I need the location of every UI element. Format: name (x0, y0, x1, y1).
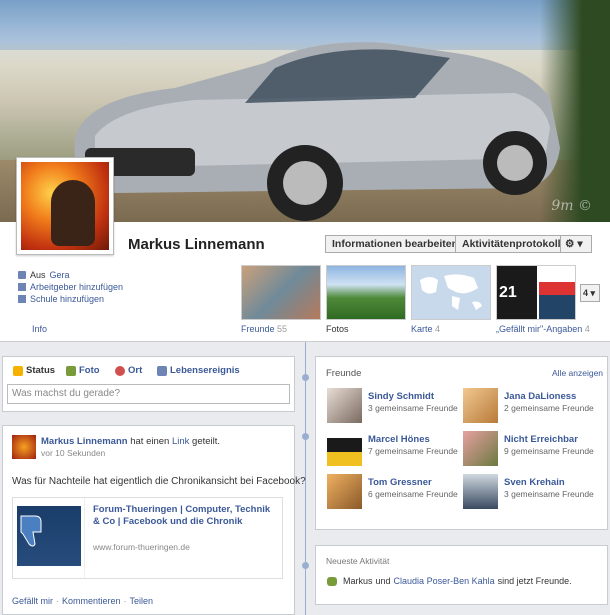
briefcase-icon (18, 283, 26, 291)
recent-activity-title: Neueste Aktivität (326, 556, 390, 566)
activity-item: Markus und Claudia Poser-Ben Kahla sind … (327, 576, 572, 586)
like-link[interactable]: Gefällt mir (12, 596, 53, 606)
share-link[interactable]: Teilen (130, 596, 154, 606)
car-illustration (74, 42, 560, 221)
timeline-dot (302, 433, 309, 440)
life-event-icon (157, 365, 167, 376)
timeline-dot (302, 374, 309, 381)
map-tile-label[interactable]: Karte 4 (411, 324, 440, 334)
activity-actor: Markus (343, 576, 373, 586)
shared-link-url: www.forum-thueringen.de (93, 542, 190, 552)
post-timestamp[interactable]: vor 10 Sekunden (41, 448, 105, 458)
friend-avatar[interactable] (463, 388, 498, 423)
profile-name[interactable]: Markus Linnemann (128, 236, 265, 253)
about-summary: Aus Gera Arbeitgeber hinzufügen Schule h… (18, 269, 123, 305)
activity-friend-link[interactable]: Claudia Poser-Ben Kahla (394, 576, 495, 586)
friend-mutual[interactable]: 6 gemeinsame Freunde (368, 489, 458, 499)
friend-avatar[interactable] (327, 388, 362, 423)
friend-name[interactable]: Sven Krehain (504, 477, 565, 488)
graduation-cap-icon (18, 295, 26, 303)
post-action-prefix: hat einen (130, 436, 170, 447)
status-icon (13, 365, 23, 376)
cover-watermark: 9m © (551, 198, 592, 214)
composer-tab-life-event[interactable]: Lebensereignis (157, 365, 240, 376)
friend-name[interactable]: Sindy Schmidt (368, 391, 434, 402)
shared-link-preview[interactable]: Forum-Thueringen | Computer, Technik & C… (12, 497, 283, 579)
add-school-link[interactable]: Schule hinzufügen (30, 294, 104, 304)
friend-mutual[interactable]: 2 gemeinsame Freunde (504, 403, 594, 413)
composer-tab-photo[interactable]: Foto (66, 365, 100, 376)
shared-link-title[interactable]: Forum-Thueringen | Computer, Technik & C… (93, 504, 278, 528)
post-author-link[interactable]: Markus Linnemann (41, 436, 128, 447)
employer-row: Arbeitgeber hinzufügen (18, 281, 123, 293)
photos-tile-label[interactable]: Fotos (326, 324, 349, 334)
post-text: Was für Nachteile hat eigentlich die Chr… (12, 476, 306, 487)
friends-box-title: Freunde (326, 368, 362, 379)
author-avatar[interactable] (12, 435, 36, 459)
home-icon (18, 271, 26, 279)
likes-tile-label[interactable]: „Gefällt mir"-Angaben 4 (496, 324, 590, 334)
activity-suffix: sind jetzt Freunde. (497, 576, 572, 586)
school-row: Schule hinzufügen (18, 293, 123, 305)
friend-avatar[interactable] (327, 474, 362, 509)
post-action-suffix: geteilt. (192, 436, 221, 447)
friend-name[interactable]: Jana DaLioness (504, 391, 576, 402)
map-pin-icon (115, 365, 125, 376)
friend-mutual[interactable]: 9 gemeinsame Freunde (504, 446, 594, 456)
hometown-link[interactable]: Gera (50, 270, 70, 280)
recent-activity-box (315, 545, 608, 605)
settings-gear-icon[interactable]: ⚙ ▾ (560, 235, 592, 253)
add-employer-link[interactable]: Arbeitgeber hinzufügen (30, 282, 123, 292)
from-row: Aus Gera (18, 269, 123, 281)
show-all-friends-link[interactable]: Alle anzeigen (552, 368, 603, 378)
friend-name[interactable]: Tom Gressner (368, 477, 432, 488)
profile-picture[interactable] (16, 157, 114, 255)
from-prefix: Aus (30, 270, 46, 280)
world-map-icon (420, 274, 482, 310)
friend-mutual[interactable]: 3 gemeinsame Freunde (504, 489, 594, 499)
status-input[interactable]: Was machst du gerade? (7, 384, 290, 404)
shared-link-thumbnail (13, 498, 85, 578)
photos-tile[interactable] (326, 265, 406, 320)
post-header: Markus Linnemann hat einen Link geteilt. (41, 436, 220, 447)
like-page-thumb-2 (539, 266, 575, 319)
activity-and: und (375, 576, 391, 586)
friends-tile[interactable] (241, 265, 321, 320)
friend-avatar[interactable] (463, 431, 498, 466)
friends-tile-label[interactable]: Freunde 55 (241, 324, 287, 334)
post-link-word[interactable]: Link (172, 436, 189, 447)
likes-tile[interactable]: 21 (496, 265, 576, 320)
like-page-thumb-1: 21 (497, 266, 537, 319)
friends-icon (327, 576, 337, 586)
comment-link[interactable]: Kommentieren (62, 596, 121, 606)
friend-avatar[interactable] (463, 474, 498, 509)
separator: · (56, 596, 60, 606)
friend-name[interactable]: Nicht Erreichbar (504, 434, 578, 445)
timeline-dot (302, 562, 309, 569)
separator: · (123, 596, 127, 606)
profile-photo (21, 162, 109, 250)
friend-mutual[interactable]: 7 gemeinsame Freunde (368, 446, 458, 456)
more-tiles-dropdown[interactable]: 4 ▾ (580, 284, 600, 302)
thumbs-down-icon (20, 515, 42, 547)
info-tab-label[interactable]: Info (32, 324, 47, 334)
photo-icon (66, 365, 76, 376)
edit-info-button[interactable]: Informationen bearbeiten (325, 235, 466, 253)
activity-log-button[interactable]: Aktivitätenprotokoll (455, 235, 568, 253)
friend-mutual[interactable]: 3 gemeinsame Freunde (368, 403, 458, 413)
friend-name[interactable]: Marcel Hönes (368, 434, 430, 445)
friend-avatar[interactable] (327, 431, 362, 466)
post-actions: Gefällt mir · Kommentieren · Teilen (12, 596, 153, 606)
composer-tab-status[interactable]: Status (13, 365, 55, 376)
map-tile[interactable] (411, 265, 491, 320)
composer-tab-place[interactable]: Ort (115, 365, 142, 376)
